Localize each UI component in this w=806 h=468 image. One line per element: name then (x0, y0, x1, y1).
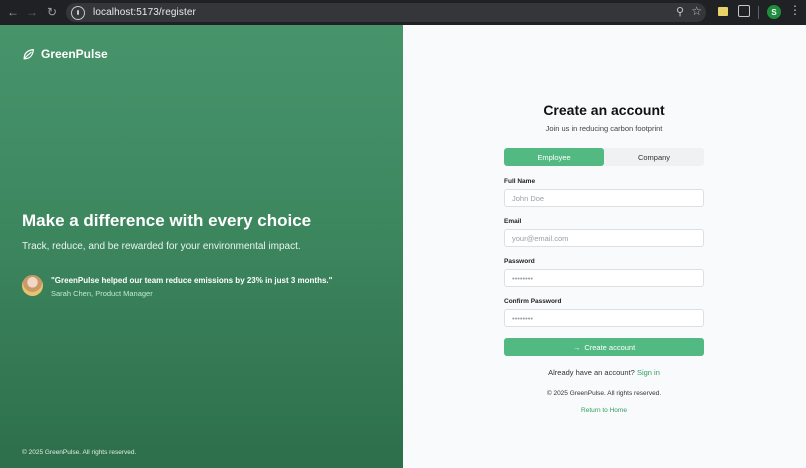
register-form: Create an account Join us in reducing ca… (504, 102, 704, 414)
confirm-password-label: Confirm Password (504, 298, 562, 305)
signin-prompt-line: Already have an account? Sign in (504, 368, 704, 377)
browser-menu-icon[interactable]: ⋮ (789, 4, 801, 16)
form-copyright: © 2025 GreenPulse. All rights reserved. (546, 390, 662, 397)
brand-logo[interactable]: GreenPulse (22, 47, 108, 61)
arrow-right-icon: → (572, 342, 581, 352)
toolbar-divider (758, 6, 759, 19)
testimonial-quote: "GreenPulse helped our team reduce emiss… (51, 276, 333, 285)
password-label: Password (504, 258, 535, 265)
signin-prompt: Already have an account? (548, 368, 635, 377)
full-name-input[interactable]: John Doe (504, 189, 704, 207)
leaf-icon (23, 48, 34, 59)
signin-link[interactable]: Sign in (637, 368, 660, 377)
password-input[interactable]: •••••••• (504, 269, 704, 287)
url-text[interactable]: localhost:5173/register (93, 7, 196, 18)
hero-footer: © 2025 GreenPulse. All rights reserved. (22, 449, 137, 456)
email-label: Email (504, 218, 522, 225)
form-subtitle: Join us in reducing carbon footprint (545, 124, 663, 133)
browser-toolbar: ← → ↻ localhost:5173/register ⚲ ☆ S ⋮ (0, 0, 806, 25)
create-account-button[interactable]: → Create account (504, 338, 704, 356)
testimonial-author: Sarah Chen, Product Manager (51, 289, 153, 298)
reload-icon[interactable]: ↻ (42, 2, 62, 22)
testimonial-avatar (22, 275, 43, 296)
back-arrow-icon[interactable]: ← (3, 2, 23, 22)
brand-name: GreenPulse (41, 47, 108, 61)
full-name-label: Full Name (504, 178, 536, 185)
hero-panel: GreenPulse Make a difference with every … (0, 25, 403, 468)
hero-title: Make a difference with every choice (22, 211, 312, 230)
extension-notes-icon[interactable] (718, 7, 728, 16)
profile-avatar[interactable]: S (767, 5, 781, 19)
extensions-puzzle-icon[interactable] (738, 5, 750, 17)
zoom-icon[interactable]: ⚲ (676, 5, 684, 18)
return-home-link[interactable]: Return to Home (504, 407, 704, 414)
email-input[interactable]: your@email.com (504, 229, 704, 247)
create-account-label: Create account (584, 342, 636, 352)
tab-company[interactable]: Company (604, 148, 704, 166)
account-type-tabs: Employee Company (504, 148, 704, 166)
forward-arrow-icon[interactable]: → (22, 2, 42, 22)
form-title: Create an account (543, 102, 665, 118)
tab-employee[interactable]: Employee (504, 148, 604, 166)
register-panel: Create an account Join us in reducing ca… (403, 25, 806, 468)
bookmark-star-icon[interactable]: ☆ (691, 4, 702, 18)
testimonial: "GreenPulse helped our team reduce emiss… (22, 275, 332, 298)
confirm-password-input[interactable]: •••••••• (504, 309, 704, 327)
hero-subtitle: Track, reduce, and be rewarded for your … (22, 241, 301, 252)
site-info-icon[interactable] (71, 5, 85, 20)
address-bar[interactable]: localhost:5173/register ⚲ ☆ (66, 3, 706, 22)
